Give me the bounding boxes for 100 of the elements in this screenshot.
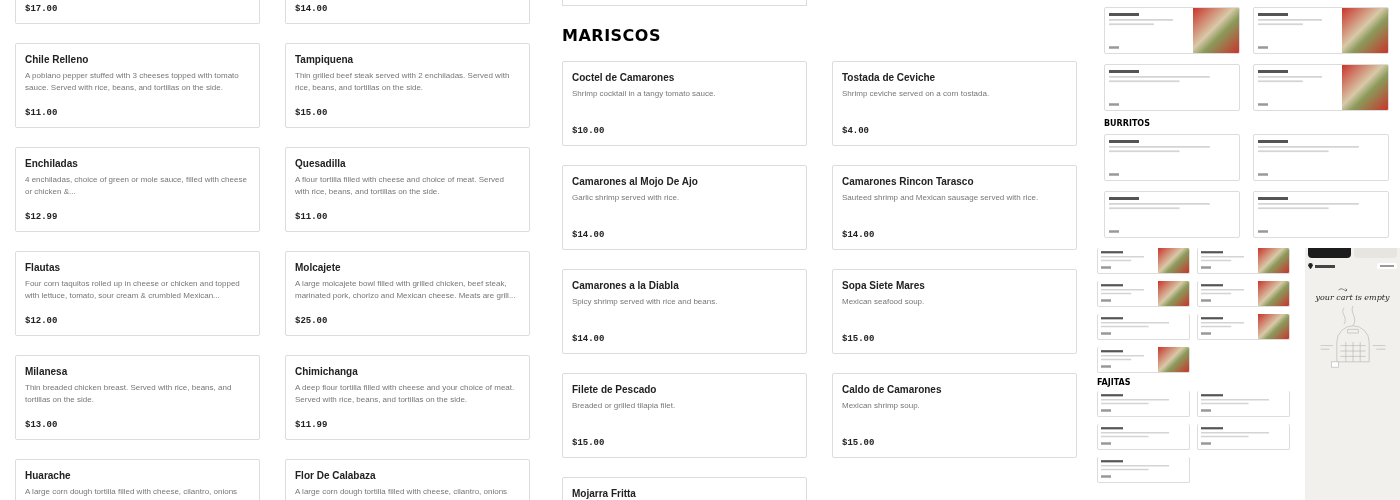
item-description: Shrimp ceviche served on a corn tostada. xyxy=(842,88,991,100)
menu-item-card[interactable]: Filete de Pescado Breaded or grilled tilapia filet. $15.00 xyxy=(562,373,807,458)
menu-item-card[interactable]: Quesadilla A flour tortilla filled with cheese and choice of meat. Served with rice, beans, and tortillas on the side. $11.00 xyxy=(285,147,530,232)
photo-placeholder xyxy=(1158,281,1189,306)
blurred-title-drawing xyxy=(1101,317,1123,320)
menu-item-card[interactable]: Molcajete A large molcajete bowl filled with grilled chicken, beef steak, marinated pork, chorizo and Mexican cheese. Meats are grill... $25.00 xyxy=(285,251,530,336)
blurred-text-drawing xyxy=(1109,19,1173,26)
item-name: Quesadilla xyxy=(295,158,347,170)
item-description: Spicy shrimp served with rice and beans. xyxy=(572,296,719,308)
item-price: $13.00 xyxy=(25,419,59,431)
menu-item-card[interactable]: $14.00 xyxy=(285,0,530,24)
item-price: $10.00 xyxy=(572,125,606,137)
menu-item-card[interactable]: Tampiquena Thin grilled beef steak served with 2 enchiladas. Served with rice, beans, and tortillas on the side. $15.00 xyxy=(285,43,530,128)
menu-item-card[interactable]: Camarones al Mojo De Ajo Garlic shrimp served with rice. $14.00 xyxy=(562,165,807,250)
menu-item-card[interactable] xyxy=(1097,424,1190,450)
menu-item-card[interactable] xyxy=(1197,281,1290,307)
blurred-price-drawing xyxy=(1101,409,1111,412)
order-type-tab[interactable] xyxy=(1308,248,1351,258)
blurred-price-drawing xyxy=(1101,332,1111,335)
item-price: $11.00 xyxy=(25,107,59,119)
location-pin-icon xyxy=(1308,263,1313,269)
item-description: Four corn taquitos rolled up in cheese or chicken and topped with lettuce, tomato, sour cream & crumbled Mexican... xyxy=(25,278,241,302)
blurred-text-drawing xyxy=(1201,398,1269,405)
item-price: $25.00 xyxy=(295,315,329,327)
blurred-price-drawing xyxy=(1258,173,1268,176)
menu-item-card[interactable] xyxy=(1097,457,1190,483)
blurred-text-drawing xyxy=(1101,431,1169,438)
blurred-title-drawing xyxy=(1101,460,1123,463)
menu-item-card[interactable] xyxy=(1097,314,1190,340)
item-price: $11.00 xyxy=(295,211,329,223)
menu-item-card[interactable] xyxy=(1197,391,1290,417)
menu-item-card[interactable]: Flor De Calabaza A large corn dough tortilla filled with cheese, cilantro, onions xyxy=(285,459,530,500)
item-name: Tampiquena xyxy=(295,54,355,66)
menu-item-card[interactable] xyxy=(1253,64,1389,111)
menu-item-card[interactable] xyxy=(1197,314,1290,340)
menu-item-card[interactable]: Chimichanga A deep flour tortilla filled with cheese and your choice of meat. Served with rice, beans, and tortillas on the side. $11.99 xyxy=(285,355,530,440)
photo-placeholder xyxy=(1258,281,1289,306)
blurred-text-drawing xyxy=(1201,255,1245,262)
item-description: Breaded or grilled tilapia filet. xyxy=(572,400,677,412)
menu-item-card[interactable] xyxy=(1097,248,1190,274)
blurred-text-drawing xyxy=(1101,464,1169,471)
photo-placeholder xyxy=(1193,8,1239,53)
blurred-title-drawing xyxy=(1109,197,1139,200)
empty-cart-message: your cart is empty xyxy=(1315,293,1390,302)
menu-item-card[interactable]: Sopa Siete Mares Mexican seafood soup. $15.00 xyxy=(832,269,1077,354)
menu-item-card[interactable]: Chile Relleno A poblano pepper stuffed with 3 cheeses topped with tomato sauce. Served with rice, beans, and tortillas on the side. $11.00 xyxy=(15,43,260,128)
item-name: Camarones a la Diabla xyxy=(572,280,680,292)
blurred-price-drawing xyxy=(1201,442,1211,445)
blurred-price-drawing xyxy=(1101,299,1111,302)
item-description: Shrimp cocktail in a tangy tomato sauce. xyxy=(572,88,717,100)
menu-item-card[interactable]: Milanesa Thin breaded chicken breast. Served with rice, beans, and tortillas on the side. $13.00 xyxy=(15,355,260,440)
blurred-price-drawing xyxy=(1201,299,1211,302)
menu-item-card[interactable] xyxy=(1097,347,1190,373)
item-description: A large molcajete bowl filled with grilled chicken, beef steak, marinated pork, chorizo and Mexican cheese. Meats are grill... xyxy=(295,278,517,302)
menu-item-card[interactable] xyxy=(1253,7,1389,54)
item-price: $14.00 xyxy=(295,3,329,15)
menu-item-card[interactable]: Coctel de Camarones Shrimp cocktail in a tangy tomato sauce. $10.00 xyxy=(562,61,807,146)
item-price: $15.00 xyxy=(295,107,329,119)
item-description: 4 enchiladas, choice of green or mole sauce, filled with cheese or chicken &... xyxy=(25,174,248,198)
blurred-title-drawing xyxy=(1258,197,1288,200)
item-name: Huarache xyxy=(25,470,72,482)
blurred-title-drawing xyxy=(1101,251,1123,254)
menu-item-card[interactable] xyxy=(1097,391,1190,417)
item-price: $15.00 xyxy=(842,333,876,345)
blurred-title-drawing xyxy=(1258,140,1288,143)
blurred-title-drawing xyxy=(1109,70,1139,73)
menu-item-card[interactable] xyxy=(1104,7,1240,54)
blurred-title-drawing xyxy=(1201,427,1223,430)
menu-item-card[interactable]: Camarones Rincon Tarasco Sauteed shrimp and Mexican sausage served with rice. $14.00 xyxy=(832,165,1077,250)
item-description: Mexican seafood soup. xyxy=(842,296,926,308)
menu-item-card[interactable]: Enchiladas 4 enchiladas, choice of green or mole sauce, filled with cheese or chicken &... $12.99 xyxy=(15,147,260,232)
blurred-price-drawing xyxy=(1258,46,1268,49)
menu-item-card[interactable]: Mojarra Fritta xyxy=(562,477,807,500)
item-description: A large corn dough tortilla filled with cheese, cilantro, onions xyxy=(295,486,509,498)
photo-placeholder xyxy=(1342,65,1388,110)
menu-item-card[interactable]: Camarones a la Diabla Spicy shrimp served with rice and beans. $14.00 xyxy=(562,269,807,354)
blurred-price-drawing xyxy=(1201,409,1211,412)
item-price: $14.00 xyxy=(572,333,606,345)
menu-item-card[interactable]: Huarache A large corn dough tortilla filled with cheese, cilantro, onions xyxy=(15,459,260,500)
blurred-title-drawing xyxy=(1201,251,1223,254)
item-price: $17.00 xyxy=(25,3,59,15)
menu-item-card[interactable] xyxy=(1197,424,1290,450)
item-name: Flautas xyxy=(25,262,61,274)
blurred-title-drawing xyxy=(1109,140,1139,143)
menu-item-card[interactable] xyxy=(1197,248,1290,274)
blurred-price-drawing xyxy=(1101,365,1111,368)
address-button[interactable] xyxy=(1377,263,1397,269)
blurred-price-drawing xyxy=(1101,475,1111,478)
blurred-text-drawing xyxy=(1201,321,1245,328)
menu-item-card[interactable] xyxy=(1097,281,1190,307)
blurred-text-drawing xyxy=(1315,264,1335,268)
menu-item-card[interactable]: $17.00 xyxy=(15,0,260,24)
menu-item-card[interactable]: Tostada de Ceviche Shrimp ceviche served on a corn tostada. $4.00 xyxy=(832,61,1077,146)
photo-placeholder xyxy=(1258,314,1289,339)
menu-item-card[interactable]: Caldo de Camarones Mexican shrimp soup. $15.00 xyxy=(832,373,1077,458)
blurred-price-drawing xyxy=(1201,332,1211,335)
blurred-text-drawing xyxy=(1201,288,1245,295)
menu-item-card[interactable]: Flautas Four corn taquitos rolled up in cheese or chicken and topped with lettuce, tomato, sour cream & crumbled Mexican... $12.00 xyxy=(15,251,260,336)
item-name: Filete de Pescado xyxy=(572,384,658,396)
blurred-price-drawing xyxy=(1258,103,1268,106)
